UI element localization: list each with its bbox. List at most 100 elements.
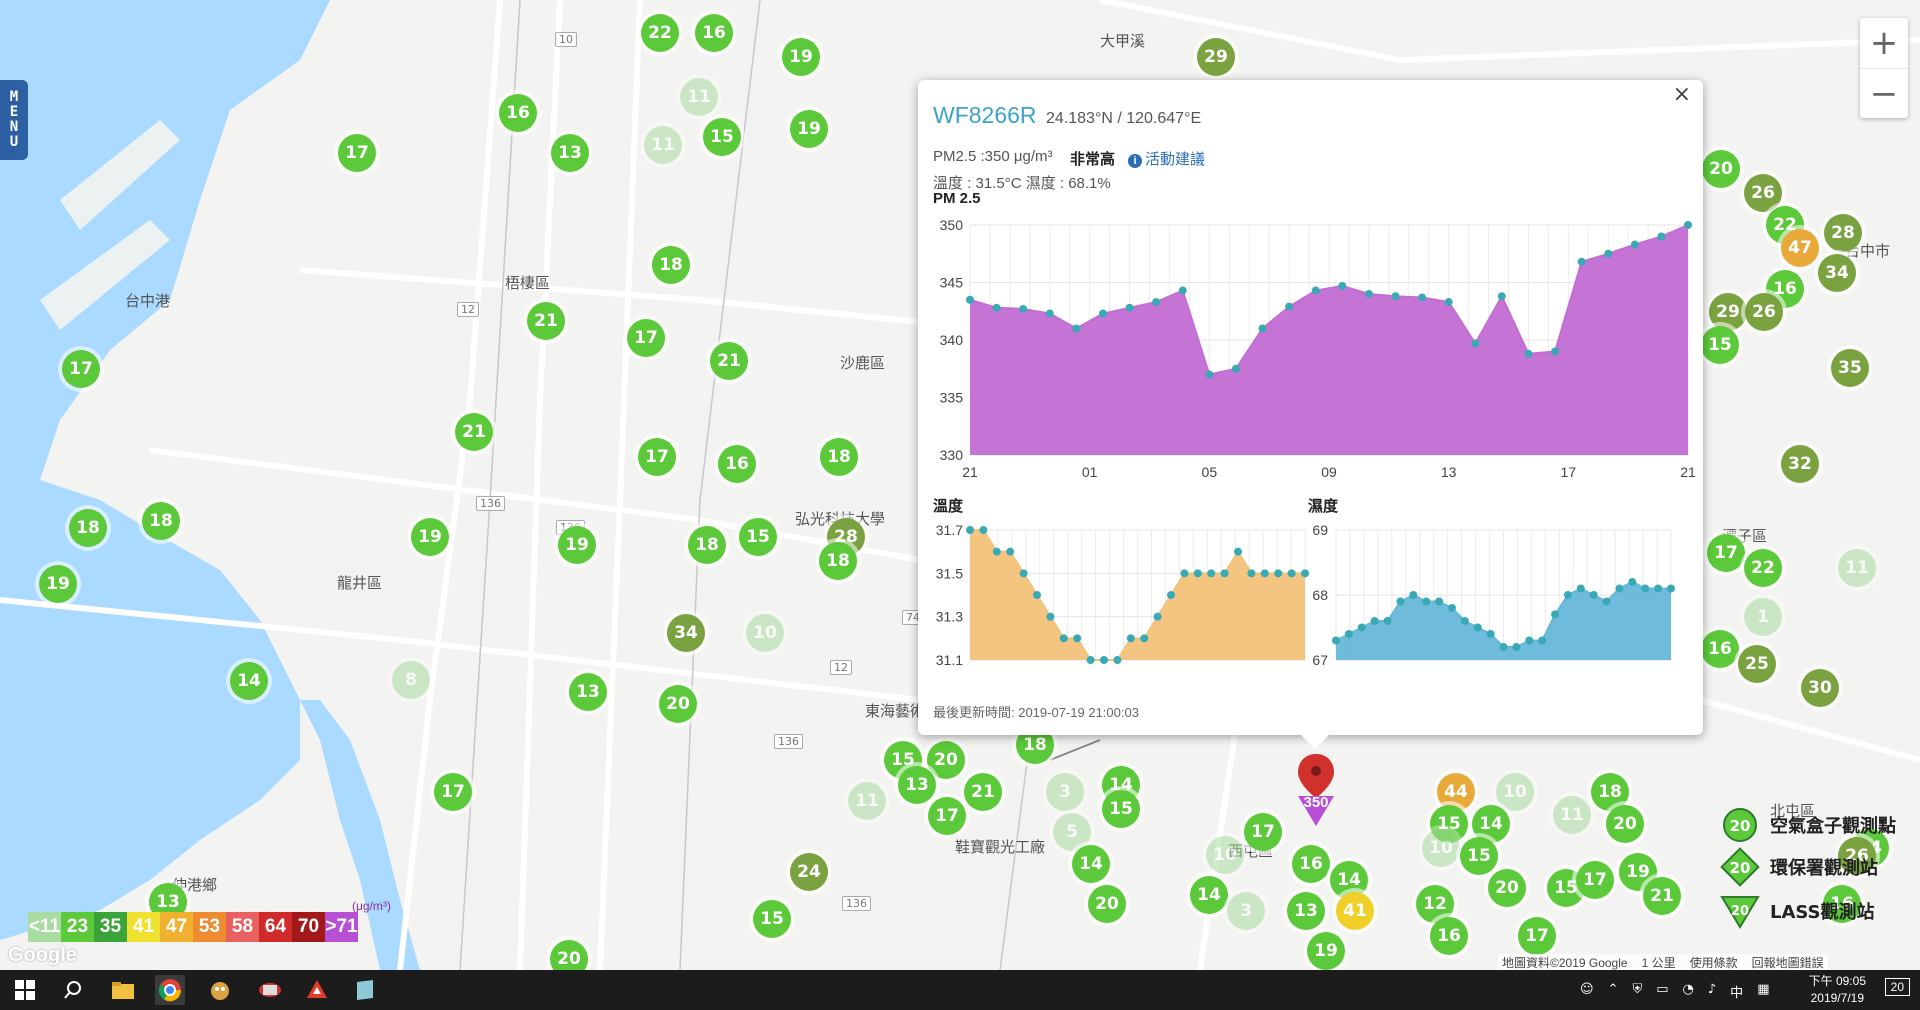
epa-legend-item[interactable]: 20 環保署觀測站 — [1720, 847, 1878, 887]
air-quality-marker[interactable]: 1 — [1744, 598, 1782, 636]
air-quality-marker[interactable]: 11 — [1553, 796, 1591, 834]
air-quality-marker[interactable]: 18 — [688, 526, 726, 564]
map-canvas[interactable]: 梧棲區沙鹿區龍井區台中港東海藝術街鞋寶觀光工廠弘光科技大學伸港鄉潭子區北屯區台中… — [0, 0, 1920, 970]
air-quality-marker[interactable]: 10 — [1206, 836, 1244, 874]
air-quality-marker[interactable]: 29 — [1197, 38, 1235, 76]
air-quality-marker[interactable]: 18 — [819, 542, 857, 580]
air-quality-marker[interactable]: 35 — [1831, 349, 1869, 387]
air-quality-marker[interactable]: 15 — [753, 900, 791, 938]
air-quality-marker[interactable]: 30 — [1801, 669, 1839, 707]
air-quality-marker[interactable]: 17 — [638, 438, 676, 476]
air-quality-marker[interactable]: 14 — [230, 662, 268, 700]
search-icon[interactable] — [58, 975, 88, 1005]
air-quality-marker[interactable]: 10 — [746, 614, 784, 652]
report-error-link[interactable]: 回報地圖錯誤 — [1752, 954, 1824, 970]
air-quality-marker[interactable]: 15 — [1701, 326, 1739, 364]
menu-button[interactable]: M E N U — [0, 80, 28, 160]
air-quality-marker[interactable]: 17 — [928, 797, 966, 835]
app-icon[interactable] — [255, 975, 285, 1005]
air-quality-marker[interactable]: 17 — [627, 319, 665, 357]
air-quality-marker[interactable]: 13 — [1287, 892, 1325, 930]
air-quality-marker[interactable]: 14 — [1190, 876, 1228, 914]
air-quality-marker[interactable]: 26 — [1745, 293, 1783, 331]
selected-station-pin[interactable]: 350 — [1296, 752, 1336, 827]
keyboard-icon[interactable]: ▦ — [1757, 982, 1769, 1001]
air-quality-marker[interactable]: 10 — [1496, 773, 1534, 811]
air-quality-marker[interactable]: 17 — [62, 350, 100, 388]
air-quality-marker[interactable]: 11 — [1838, 549, 1876, 587]
air-quality-marker[interactable]: 17 — [1707, 534, 1745, 572]
app-icon[interactable] — [302, 975, 332, 1005]
air-quality-marker[interactable]: 34 — [667, 614, 705, 652]
air-quality-marker[interactable]: 11 — [680, 78, 718, 116]
app-icon[interactable] — [350, 975, 380, 1005]
air-quality-marker[interactable]: 17 — [1576, 861, 1614, 899]
air-quality-marker[interactable]: 20 — [659, 685, 697, 723]
chevron-up-icon[interactable]: ⌃ — [1608, 982, 1619, 1001]
air-quality-marker[interactable]: 21 — [527, 302, 565, 340]
air-quality-marker[interactable]: 26 — [1744, 174, 1782, 212]
air-quality-marker[interactable]: 47 — [1781, 229, 1819, 267]
air-quality-marker[interactable]: 16 — [1701, 630, 1739, 668]
air-quality-marker[interactable]: 17 — [1244, 813, 1282, 851]
airbox-legend-item[interactable]: 20 空氣盒子觀測點 — [1720, 805, 1896, 845]
air-quality-marker[interactable]: 19 — [411, 518, 449, 556]
windows-start-icon[interactable] — [10, 975, 40, 1005]
air-quality-marker[interactable]: 17 — [434, 773, 472, 811]
air-quality-marker[interactable]: 16 — [1430, 917, 1468, 955]
air-quality-marker[interactable]: 19 — [558, 526, 596, 564]
air-quality-marker[interactable]: 22 — [1744, 549, 1782, 587]
air-quality-marker[interactable]: 10 — [1422, 829, 1460, 867]
chrome-icon[interactable] — [155, 975, 185, 1005]
air-quality-marker[interactable]: 3 — [1046, 773, 1084, 811]
air-quality-marker[interactable]: 32 — [1781, 445, 1819, 483]
air-quality-marker[interactable]: 41 — [1336, 892, 1374, 930]
air-quality-marker[interactable]: 13 — [898, 766, 936, 804]
wifi-icon[interactable]: ◔ — [1683, 982, 1694, 1001]
terms-link[interactable]: 使用條款 — [1690, 954, 1738, 970]
clock[interactable]: 下午 09:05 2019/7/19 — [1809, 973, 1866, 1007]
air-quality-marker[interactable]: 34 — [1818, 254, 1856, 292]
air-quality-marker[interactable]: 3 — [1227, 892, 1265, 930]
air-quality-marker[interactable]: 15 — [703, 118, 741, 156]
air-quality-marker[interactable]: 11 — [848, 782, 886, 820]
air-quality-marker[interactable]: 18 — [652, 246, 690, 284]
air-quality-marker[interactable]: 8 — [392, 661, 430, 699]
air-quality-marker[interactable]: 19 — [1307, 932, 1345, 970]
air-quality-marker[interactable]: 17 — [338, 134, 376, 172]
air-quality-marker[interactable]: 18 — [69, 509, 107, 547]
air-quality-marker[interactable]: 16 — [1292, 845, 1330, 883]
air-quality-marker[interactable]: 15 — [1102, 790, 1140, 828]
air-quality-marker[interactable]: 16 — [718, 445, 756, 483]
air-quality-marker[interactable]: 21 — [1643, 877, 1681, 915]
air-quality-marker[interactable]: 20 — [1606, 805, 1644, 843]
air-quality-marker[interactable]: 22 — [641, 14, 679, 52]
zoom-out-button[interactable]: − — [1860, 69, 1908, 119]
air-quality-marker[interactable]: 18 — [820, 438, 858, 476]
air-quality-marker[interactable]: 21 — [710, 342, 748, 380]
air-quality-marker[interactable]: 24 — [790, 853, 828, 891]
air-quality-marker[interactable]: 25 — [1738, 645, 1776, 683]
air-quality-marker[interactable]: 19 — [39, 565, 77, 603]
air-quality-marker[interactable]: 13 — [551, 134, 589, 172]
lass-legend-item[interactable]: 20 LASS觀測站 — [1720, 891, 1875, 931]
notification-badge[interactable]: 20 — [1884, 978, 1910, 996]
air-quality-marker[interactable]: 13 — [569, 673, 607, 711]
air-quality-marker[interactable]: 20 — [1488, 869, 1526, 907]
air-quality-marker[interactable]: 20 — [550, 940, 588, 970]
air-quality-marker[interactable]: 15 — [739, 518, 777, 556]
air-quality-marker[interactable]: 11 — [644, 126, 682, 164]
air-quality-marker[interactable]: 19 — [790, 110, 828, 148]
volume-icon[interactable]: ♪ — [1708, 982, 1716, 1001]
air-quality-marker[interactable]: 17 — [1518, 917, 1556, 955]
ime-indicator[interactable]: 中 — [1730, 982, 1743, 1001]
air-quality-marker[interactable]: 15 — [1460, 837, 1498, 875]
shield-icon[interactable]: ⛨ — [1632, 982, 1642, 1001]
air-quality-marker[interactable]: 16 — [499, 94, 537, 132]
air-quality-marker[interactable]: 28 — [1824, 214, 1862, 252]
air-quality-marker[interactable]: 21 — [964, 773, 1002, 811]
air-quality-marker[interactable]: 21 — [455, 413, 493, 451]
people-icon[interactable]: ☺ — [1580, 982, 1594, 1001]
air-quality-marker[interactable]: 19 — [782, 38, 820, 76]
app-icon[interactable] — [205, 975, 235, 1005]
